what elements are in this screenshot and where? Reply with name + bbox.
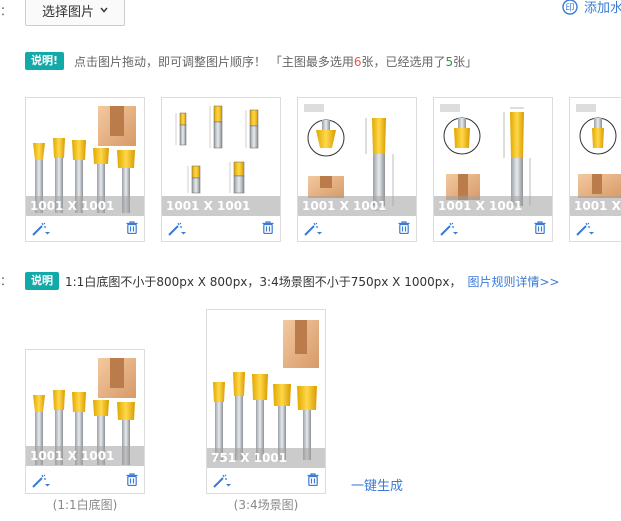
- add-watermark-link[interactable]: 印 添加水: [562, 0, 621, 16]
- used-image-count: 5: [445, 54, 454, 69]
- trash-icon[interactable]: [262, 220, 274, 237]
- scene-caption: (3:4场景图): [233, 498, 299, 512]
- image-size-label: 1001 X 1001: [26, 446, 144, 466]
- product-image: 751 X 1001: [207, 310, 325, 468]
- notice-tag: 说明: [25, 272, 59, 290]
- image-size-label: 1001 X 1001: [298, 196, 416, 216]
- notice-tag: 说明!: [25, 52, 65, 70]
- main-image-card[interactable]: 1001 X 1001: [569, 97, 621, 242]
- watermark-icon: 印: [562, 0, 578, 15]
- select-image-button[interactable]: 选择图片: [25, 0, 125, 26]
- image-size-label: 1001 X 1001: [570, 196, 621, 216]
- image-rules-link[interactable]: 图片规则详情>>: [467, 273, 559, 290]
- main-image-card[interactable]: 1001 X 1001: [25, 97, 145, 242]
- image-size-label: 1001 X 1001: [26, 196, 144, 216]
- product-image: 1001 X 1001: [162, 98, 280, 216]
- notice-text: 点击图片拖动，即可调整图片顺序！ 「主图最多选用6张，已经选用了5张」: [74, 53, 477, 70]
- image-size-label: 1001 X 1001: [162, 196, 280, 216]
- magic-wand-icon[interactable]: [168, 222, 186, 236]
- svg-text:印: 印: [565, 1, 574, 13]
- add-watermark-label: 添加水: [584, 1, 621, 16]
- notice-text-c: 张」: [453, 54, 478, 69]
- magic-wand-icon[interactable]: [304, 222, 322, 236]
- chevron-down-icon: [100, 7, 108, 13]
- trash-icon[interactable]: [398, 220, 410, 237]
- image-size-label: 1001 X 1001: [434, 196, 552, 216]
- product-image: 1001 X 1001: [26, 98, 144, 216]
- one-click-generate-link[interactable]: 一键生成: [351, 475, 403, 494]
- trash-icon[interactable]: [126, 472, 138, 489]
- field-label-colon: ：: [0, 4, 13, 18]
- notice-text-b: 张，已经选用了: [361, 54, 446, 69]
- trash-icon[interactable]: [126, 220, 138, 237]
- main-image-card[interactable]: 1001 X 1001: [161, 97, 281, 242]
- magic-wand-icon[interactable]: [213, 474, 231, 488]
- scene-image-card[interactable]: 751 X 1001: [206, 309, 326, 494]
- max-image-count: 6: [353, 54, 362, 69]
- trash-icon[interactable]: [534, 220, 546, 237]
- magic-wand-icon[interactable]: [576, 222, 594, 236]
- white-bg-image-card[interactable]: 1001 X 1001: [25, 349, 145, 494]
- main-image-card[interactable]: 1001 X 1001: [433, 97, 553, 242]
- magic-wand-icon[interactable]: [32, 222, 50, 236]
- trash-icon[interactable]: [307, 472, 319, 489]
- magic-wand-icon[interactable]: [32, 474, 50, 488]
- product-image: 1001 X 1001: [26, 350, 144, 468]
- field-label-colon: ：: [0, 274, 13, 288]
- size-requirement-text: 1:1白底图不小于800px X 800px，3:4场景图不小于750px X …: [65, 274, 462, 289]
- product-image: 1001 X 1001: [434, 98, 552, 216]
- product-image: 1001 X 1001: [298, 98, 416, 216]
- magic-wand-icon[interactable]: [440, 222, 458, 236]
- image-size-label: 751 X 1001: [207, 448, 325, 468]
- main-image-card[interactable]: 1001 X 1001: [297, 97, 417, 242]
- white-bg-caption: (1:1白底图): [52, 498, 118, 512]
- product-image: 1001 X 1001: [570, 98, 621, 216]
- notice-text-a: 点击图片拖动，即可调整图片顺序！ 「主图最多选用: [74, 54, 354, 69]
- select-image-label: 选择图片: [41, 4, 94, 20]
